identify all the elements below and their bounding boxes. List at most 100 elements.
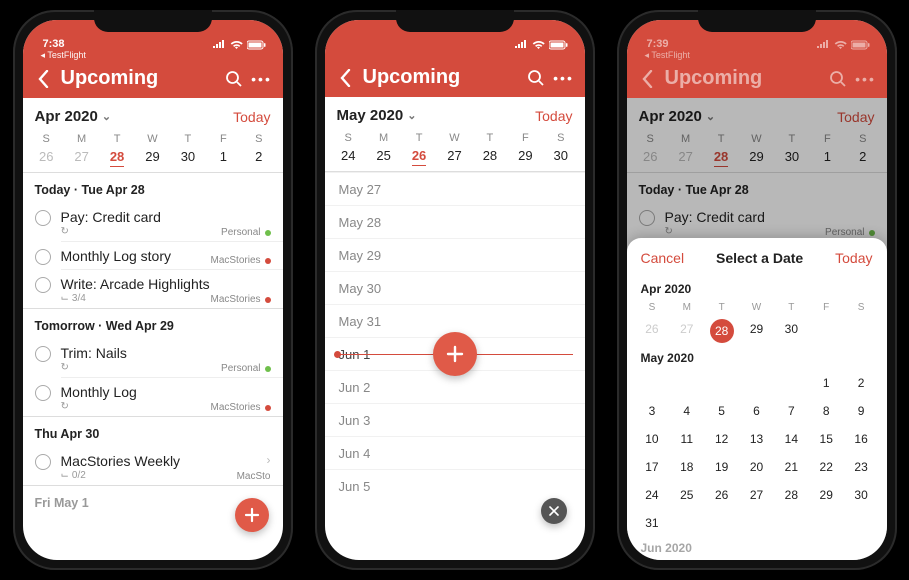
more-icon[interactable]: ••• <box>553 67 575 89</box>
picker-day[interactable]: 14 <box>774 427 809 451</box>
date-row[interactable]: Jun 4 <box>325 436 585 469</box>
close-fab[interactable] <box>541 498 567 524</box>
picker-day[interactable]: 13 <box>739 427 774 451</box>
picker-day[interactable]: 27 <box>669 317 704 345</box>
add-task-fab[interactable] <box>235 498 269 532</box>
picker-day[interactable]: 12 <box>704 427 739 451</box>
month-label: Apr 2020 <box>35 108 98 125</box>
picker-day[interactable]: 30 <box>844 483 879 507</box>
picker-day[interactable]: 27 <box>739 483 774 507</box>
picker-day[interactable]: 23 <box>844 455 879 479</box>
picker-day[interactable]: 16 <box>844 427 879 451</box>
back-chevron-icon[interactable] <box>637 68 659 90</box>
picker-day[interactable]: 30 <box>774 317 809 345</box>
picker-day[interactable]: 25 <box>669 483 704 507</box>
screen: 7:39 ◂ TestFlight Upcoming ••• Apr 2020 … <box>627 20 887 560</box>
date-row[interactable]: May 30 <box>325 271 585 304</box>
date-row[interactable]: May 29 <box>325 238 585 271</box>
phone-2: x Upcoming ••• May 2020 ⌄ Today SMTWTFS … <box>315 10 595 570</box>
picker-day[interactable]: 18 <box>669 455 704 479</box>
task-checkbox[interactable] <box>35 454 51 470</box>
today-link[interactable]: Today <box>233 109 270 125</box>
picker-days-row: 10111213141516 <box>627 425 887 453</box>
day-cell[interactable]: 29 <box>135 149 170 164</box>
picker-day[interactable]: 4 <box>669 399 704 423</box>
day-cell[interactable]: 28 <box>472 148 507 163</box>
task-checkbox[interactable] <box>35 385 51 401</box>
testflight-back[interactable]: ◂ TestFlight <box>23 50 283 61</box>
day-cell[interactable]: 27 <box>437 148 472 163</box>
task-checkbox[interactable] <box>35 277 51 293</box>
day-cell[interactable]: 27 <box>64 149 99 164</box>
picker-day[interactable]: 20 <box>739 455 774 479</box>
search-icon[interactable] <box>223 68 245 90</box>
date-row[interactable]: May 28 <box>325 205 585 238</box>
more-icon[interactable]: ••• <box>855 68 877 90</box>
picker-day[interactable]: 19 <box>704 455 739 479</box>
weekday-row: SMTWTFS <box>23 129 283 147</box>
date-row[interactable]: May 27 <box>325 172 585 205</box>
cancel-button[interactable]: Cancel <box>641 250 685 266</box>
picker-day[interactable]: 22 <box>809 455 844 479</box>
back-chevron-icon[interactable] <box>335 67 357 89</box>
picker-day[interactable]: 17 <box>635 455 670 479</box>
task-checkbox[interactable] <box>35 249 51 265</box>
day-cell[interactable]: 1 <box>206 149 241 164</box>
day-cell-selected[interactable]: 28 <box>99 149 134 164</box>
picker-day[interactable]: 21 <box>774 455 809 479</box>
task-row[interactable]: Write: Arcade Highlights ⌙ 3/4 MacStorie… <box>23 270 283 308</box>
month-selector[interactable]: May 2020 ⌄ Today <box>325 97 585 128</box>
screen: x Upcoming ••• May 2020 ⌄ Today SMTWTFS … <box>325 20 585 560</box>
search-icon[interactable] <box>525 67 547 89</box>
date-stack[interactable]: May 27 May 28 May 29 May 30 May 31 Jun 1… <box>325 172 585 560</box>
task-row[interactable]: Monthly Log↻ MacStories <box>23 378 283 416</box>
picker-month-label: Jun 2020 <box>627 537 887 559</box>
task-row[interactable]: Trim: Nails↻ Personal <box>23 339 283 377</box>
search-icon[interactable] <box>827 68 849 90</box>
picker-day[interactable]: 1 <box>809 371 844 395</box>
task-row[interactable]: MacStories Weekly⌙ 0/2 › MacSto <box>23 447 283 485</box>
back-chevron-icon[interactable] <box>33 68 55 90</box>
month-selector[interactable]: Apr 2020 ⌄ Today <box>23 98 283 129</box>
task-title: Pay: Credit card <box>61 209 271 225</box>
day-cell[interactable]: 30 <box>543 148 578 163</box>
picker-day-selected[interactable]: 28 <box>710 319 734 343</box>
task-row[interactable]: Pay: Credit card ↻ Personal <box>23 203 283 241</box>
more-icon[interactable]: ••• <box>251 68 273 90</box>
picker-day[interactable]: 5 <box>704 399 739 423</box>
task-tag: MacStories <box>210 294 270 305</box>
day-cell[interactable]: 30 <box>170 149 205 164</box>
day-cell[interactable]: 26 <box>29 149 64 164</box>
today-link[interactable]: Today <box>535 108 572 124</box>
picker-day[interactable]: 11 <box>669 427 704 451</box>
picker-day[interactable]: 29 <box>739 317 774 345</box>
picker-day[interactable]: 26 <box>635 317 670 345</box>
picker-day[interactable]: 2 <box>844 371 879 395</box>
task-checkbox[interactable] <box>35 210 51 226</box>
date-row[interactable]: Jun 5 <box>325 469 585 502</box>
day-cell[interactable]: 2 <box>241 149 276 164</box>
picker-day[interactable]: 26 <box>704 483 739 507</box>
picker-day[interactable]: 15 <box>809 427 844 451</box>
picker-day[interactable]: 8 <box>809 399 844 423</box>
picker-day[interactable]: 29 <box>809 483 844 507</box>
day-cell[interactable]: 25 <box>366 148 401 163</box>
picker-day[interactable]: 28 <box>774 483 809 507</box>
day-cell-selected[interactable]: 26 <box>401 148 436 163</box>
picker-day[interactable]: 3 <box>635 399 670 423</box>
picker-day[interactable]: 9 <box>844 399 879 423</box>
picker-day[interactable]: 31 <box>635 511 670 535</box>
picker-day[interactable]: 7 <box>774 399 809 423</box>
today-button[interactable]: Today <box>835 250 872 266</box>
add-task-fab[interactable] <box>433 332 477 376</box>
task-row[interactable]: Monthly Log story MacStories <box>23 242 283 269</box>
testflight-back[interactable]: ◂ TestFlight <box>627 50 887 61</box>
task-checkbox[interactable] <box>35 346 51 362</box>
day-cell[interactable]: 29 <box>508 148 543 163</box>
task-tag: Personal <box>221 227 270 238</box>
date-row[interactable]: Jun 3 <box>325 403 585 436</box>
picker-day[interactable]: 24 <box>635 483 670 507</box>
picker-day[interactable]: 6 <box>739 399 774 423</box>
day-cell[interactable]: 24 <box>331 148 366 163</box>
picker-day[interactable]: 10 <box>635 427 670 451</box>
